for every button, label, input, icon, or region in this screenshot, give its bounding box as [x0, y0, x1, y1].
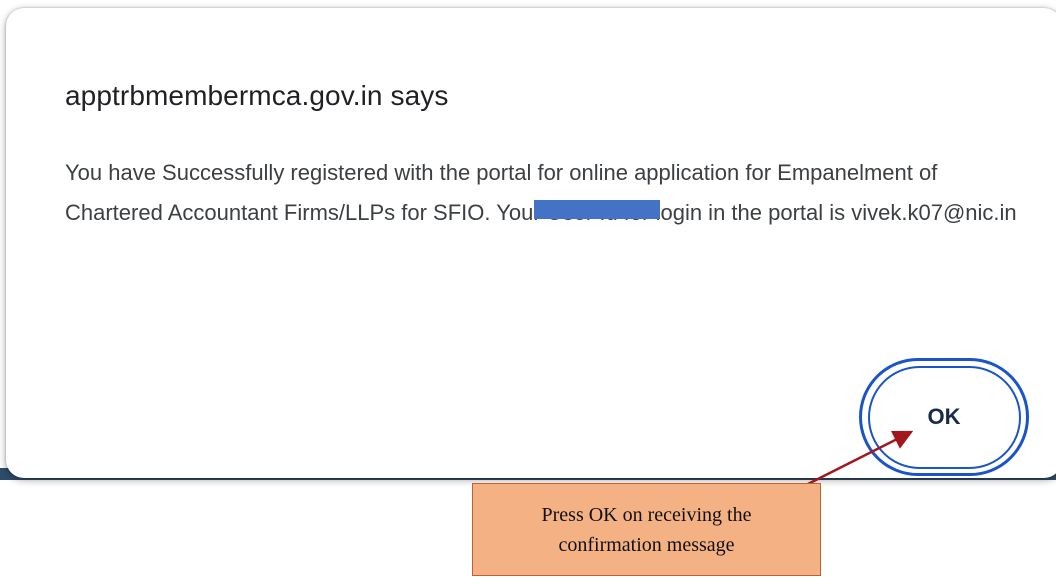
- instruction-callout: Press OK on receiving the confirmation m…: [472, 483, 821, 576]
- ok-button[interactable]: OK: [867, 365, 1021, 469]
- dialog-title: apptrbmembermca.gov.in says: [65, 80, 449, 111]
- callout-text: Press OK on receiving the confirmation m…: [541, 503, 752, 556]
- dialog-message: You have Successfully registered with th…: [65, 160, 1017, 225]
- ok-button-focus-ring: OK: [859, 358, 1029, 476]
- redaction-bar: [534, 200, 660, 219]
